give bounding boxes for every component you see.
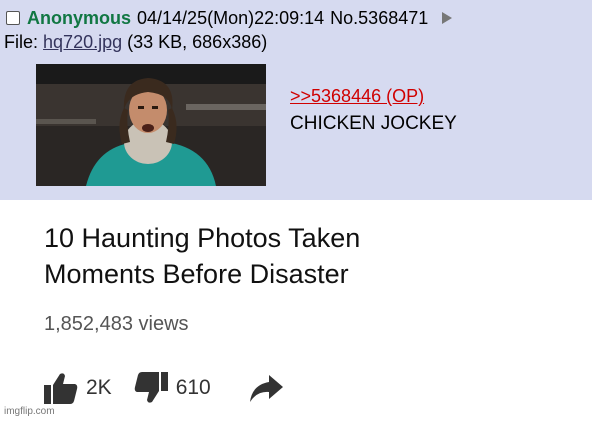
video-title-line-2: Moments Before Disaster bbox=[44, 259, 349, 289]
share-icon bbox=[249, 375, 283, 402]
post-number-link[interactable]: No.5368471 bbox=[330, 8, 428, 29]
imgflip-watermark: imgflip.com bbox=[4, 406, 55, 417]
post-thumbnail[interactable] bbox=[36, 64, 266, 186]
like-button[interactable]: 2K bbox=[44, 372, 112, 404]
post-select-checkbox[interactable] bbox=[6, 11, 20, 25]
video-title-line-1: 10 Haunting Photos Taken bbox=[44, 223, 361, 253]
like-count: 2K bbox=[86, 376, 112, 399]
video-title[interactable]: 10 Haunting Photos Taken Moments Before … bbox=[44, 220, 564, 292]
dislike-count: 610 bbox=[175, 376, 211, 399]
imageboard-post: Anonymous 04/14/25(Mon)22:09:14 No.53684… bbox=[0, 0, 592, 200]
dislike-button[interactable]: 610 bbox=[134, 372, 211, 404]
thumbs-up-icon bbox=[44, 373, 78, 404]
file-details: (33 KB, 686x386) bbox=[127, 32, 268, 52]
thumbnail-image bbox=[36, 64, 266, 186]
file-label: File: bbox=[4, 32, 39, 52]
post-header: Anonymous 04/14/25(Mon)22:09:14 No.53684… bbox=[6, 6, 586, 30]
post-datetime: 04/14/25(Mon)22:09:14 bbox=[137, 7, 325, 28]
file-name-link[interactable]: hq720.jpg bbox=[43, 32, 122, 52]
video-actions: 2K 610 bbox=[44, 368, 283, 408]
post-menu-arrow-icon[interactable] bbox=[442, 12, 453, 24]
share-button[interactable] bbox=[249, 373, 283, 403]
post-message: CHICKEN JOCKEY bbox=[290, 113, 457, 134]
reply-quote-link[interactable]: >>5368446 (OP) bbox=[290, 86, 424, 107]
view-count: 1,852,483 views bbox=[44, 313, 189, 335]
thumbs-down-icon bbox=[134, 372, 168, 403]
file-info-line: File: hq720.jpg (33 KB, 686x386) bbox=[4, 32, 267, 53]
poster-name: Anonymous bbox=[27, 7, 132, 28]
